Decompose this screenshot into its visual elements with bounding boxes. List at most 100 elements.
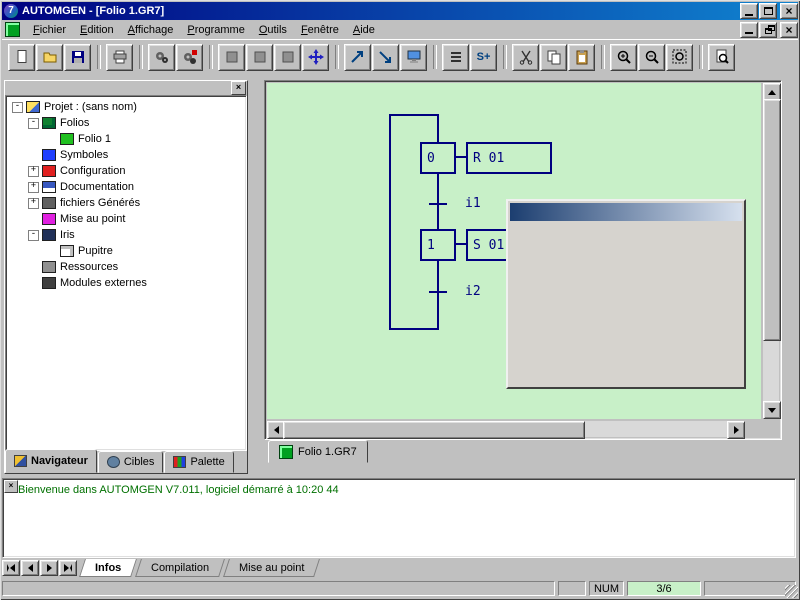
execute-go-button[interactable] xyxy=(344,44,371,71)
document-area: 0 R 01 i1 1 S 01 i2 xyxy=(264,80,782,440)
project-tree[interactable]: - Projet : (sans nom) - Folios Folio 1 S… xyxy=(5,95,247,451)
module-1-button[interactable] xyxy=(218,44,245,71)
s-plus-button[interactable]: S+ xyxy=(470,44,497,71)
tree-item-symboles[interactable]: Symboles xyxy=(6,147,246,163)
vertical-scrollbar[interactable] xyxy=(763,83,779,419)
tree-item-mise-au-point[interactable]: Mise au point xyxy=(6,211,246,227)
tab-navigateur[interactable]: Navigateur xyxy=(5,449,97,473)
expand-icon[interactable]: + xyxy=(28,166,39,177)
grafcet-step-0[interactable]: 0 xyxy=(420,142,456,174)
transition-label[interactable]: i1 xyxy=(465,196,481,211)
save-button[interactable] xyxy=(64,44,91,71)
zoom-page-button[interactable] xyxy=(708,44,735,71)
copy-button[interactable] xyxy=(540,44,567,71)
message-panel[interactable]: × Bienvenue dans AUTOMGEN V7.011, logici… xyxy=(2,478,796,558)
floating-window[interactable] xyxy=(506,199,746,389)
message-panel-close-button[interactable]: × xyxy=(4,480,18,493)
navigator-header[interactable]: × xyxy=(5,81,247,94)
child-restore-button[interactable] xyxy=(759,22,777,38)
list-button[interactable] xyxy=(442,44,469,71)
tree-item-ressources[interactable]: Ressources xyxy=(6,259,246,275)
module-3-button[interactable] xyxy=(274,44,301,71)
scroll-right-button[interactable] xyxy=(727,421,745,439)
first-page-button[interactable] xyxy=(2,560,20,576)
scroll-down-button[interactable] xyxy=(763,401,781,419)
grafcet-transition-1[interactable] xyxy=(429,203,447,205)
expand-icon[interactable]: + xyxy=(28,198,39,209)
tree-item-pupitre[interactable]: Pupitre xyxy=(6,243,246,259)
compile-button[interactable] xyxy=(148,44,175,71)
tab-label: Navigateur xyxy=(31,455,88,467)
tab-compilation[interactable]: Compilation xyxy=(135,559,225,577)
zoom-out-button[interactable] xyxy=(638,44,665,71)
open-button[interactable] xyxy=(36,44,63,71)
cut-button[interactable] xyxy=(512,44,539,71)
print-button[interactable] xyxy=(106,44,133,71)
previous-page-button[interactable] xyxy=(21,560,39,576)
child-minimize-button[interactable] xyxy=(740,22,758,38)
expand-icon[interactable]: + xyxy=(28,182,39,193)
tree-item-documentation[interactable]: + Documentation xyxy=(6,179,246,195)
tree-item-modules-externes[interactable]: Modules externes xyxy=(6,275,246,291)
tree-item-label: Iris xyxy=(60,229,75,241)
module-2-button[interactable] xyxy=(246,44,273,71)
menu-affichage[interactable]: Affichage xyxy=(121,22,181,38)
grafcet-canvas[interactable]: 0 R 01 i1 1 S 01 i2 xyxy=(267,83,761,419)
menu-programme[interactable]: Programme xyxy=(180,22,251,38)
grafcet-transition-2[interactable] xyxy=(429,291,447,293)
zoom-selection-button[interactable] xyxy=(666,44,693,71)
floating-window-titlebar[interactable] xyxy=(510,203,742,221)
menu-aide[interactable]: Aide xyxy=(346,22,382,38)
maximize-icon xyxy=(764,7,773,15)
paste-button[interactable] xyxy=(568,44,595,71)
resize-grip[interactable] xyxy=(785,585,798,598)
toolbar-separator xyxy=(209,45,213,69)
folio-document-icon[interactable] xyxy=(5,22,20,37)
maximize-button[interactable] xyxy=(759,3,777,19)
zoom-in-button[interactable] xyxy=(610,44,637,71)
horizontal-scroll-thumb[interactable] xyxy=(283,421,585,439)
tab-label: Cibles xyxy=(124,456,155,468)
tree-item-folio-1[interactable]: Folio 1 xyxy=(6,131,246,147)
horizontal-scrollbar[interactable] xyxy=(267,421,745,437)
floating-window-body[interactable] xyxy=(510,221,742,385)
transition-label[interactable]: i2 xyxy=(465,284,481,299)
navigator-tab-bar: Navigateur Cibles Palette xyxy=(5,451,247,473)
close-button[interactable]: × xyxy=(780,3,798,19)
tab-mise-au-point[interactable]: Mise au point xyxy=(223,559,320,577)
tree-item-label: Ressources xyxy=(60,261,118,273)
vertical-scroll-thumb[interactable] xyxy=(763,99,781,341)
collapse-icon[interactable]: - xyxy=(12,102,23,113)
last-page-button[interactable] xyxy=(59,560,77,576)
tree-item-projet[interactable]: - Projet : (sans nom) xyxy=(6,99,246,115)
collapse-icon[interactable]: - xyxy=(28,230,39,241)
tab-palette[interactable]: Palette xyxy=(164,451,233,473)
tree-item-configuration[interactable]: + Configuration xyxy=(6,163,246,179)
tree-item-iris[interactable]: - Iris xyxy=(6,227,246,243)
grafcet-step-1[interactable]: 1 xyxy=(420,229,456,261)
new-button[interactable] xyxy=(8,44,35,71)
menu-outils[interactable]: Outils xyxy=(252,22,294,38)
tree-item-folios[interactable]: - Folios xyxy=(6,115,246,131)
tab-infos[interactable]: Infos xyxy=(79,559,137,577)
execute-step-button[interactable] xyxy=(372,44,399,71)
tree-item-fichiers-generes[interactable]: + fichiers Générés xyxy=(6,195,246,211)
connection-button[interactable] xyxy=(400,44,427,71)
child-close-button[interactable]: × xyxy=(780,22,798,38)
tab-cibles[interactable]: Cibles xyxy=(98,451,164,473)
next-page-button[interactable] xyxy=(40,560,58,576)
move-cross-button[interactable] xyxy=(302,44,329,71)
navigator-close-button[interactable]: × xyxy=(231,81,246,95)
compile-execute-button[interactable] xyxy=(176,44,203,71)
list-icon xyxy=(448,49,464,65)
menu-fichier[interactable]: Fichier xyxy=(26,22,73,38)
menu-fenetre[interactable]: Fenêtre xyxy=(294,22,346,38)
grafcet-action-r01[interactable]: R 01 xyxy=(466,142,552,174)
toolbar-separator xyxy=(139,45,143,69)
collapse-icon[interactable]: - xyxy=(28,118,39,129)
menu-edition[interactable]: Edition xyxy=(73,22,121,38)
iris-icon xyxy=(42,229,56,241)
title-bar[interactable]: 7 AUTOMGEN - [Folio 1.GR7] × xyxy=(2,2,798,20)
minimize-button[interactable] xyxy=(740,3,758,19)
tab-folio-1-gr7[interactable]: Folio 1.GR7 xyxy=(268,440,368,463)
